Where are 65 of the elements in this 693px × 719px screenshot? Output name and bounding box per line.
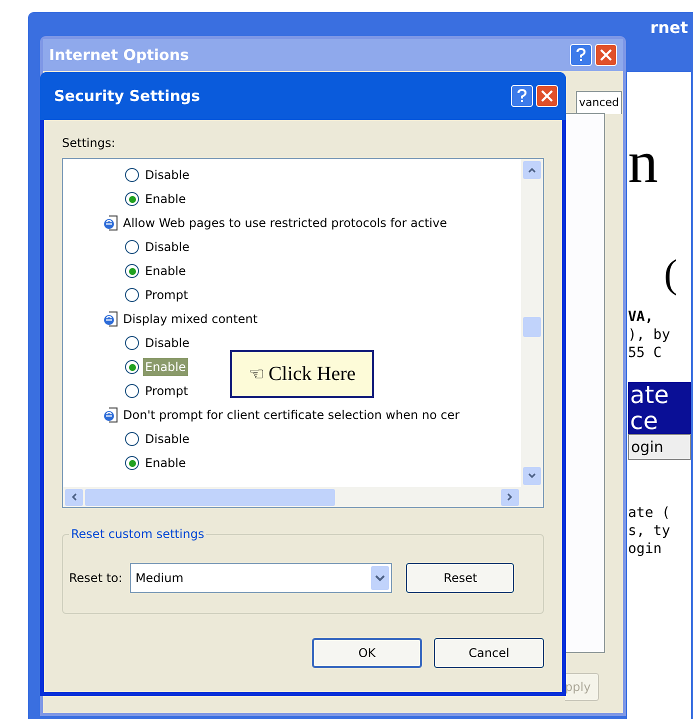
pointing-hand-icon: ☜ [248,360,264,388]
body-text: VA, [628,308,654,326]
heading-text: ( [664,254,678,294]
document-icon [103,311,119,327]
help-icon [576,48,586,62]
close-button[interactable] [536,85,558,107]
banner-text: ate [628,382,691,408]
body-text: ate ( [628,504,672,522]
document-icon [103,407,119,423]
radio-button[interactable] [125,264,139,278]
setting-heading: Display mixed content [123,311,258,328]
window-title: rnet [650,18,688,38]
option-label[interactable]: Disable [143,430,192,448]
scroll-right-icon[interactable] [501,488,519,506]
body-text: s, ty [628,522,672,540]
click-here-callout[interactable]: ☜ Click Here [230,350,374,398]
reset-label: Reset to: [69,570,122,587]
option-label[interactable]: Enable [143,262,188,280]
radio-button[interactable] [125,384,139,398]
radio-button[interactable] [125,432,139,446]
horizontal-scrollbar[interactable] [63,487,543,507]
body-text: ogin [628,540,663,558]
close-button[interactable] [595,44,617,66]
radio-button[interactable] [125,456,139,470]
tab[interactable]: vanced [576,91,622,114]
option-label[interactable]: Prompt [143,286,190,304]
window-title: Internet Options [49,44,189,66]
radio-button[interactable] [125,288,139,302]
option-label[interactable]: Disable [143,238,192,256]
scroll-left-icon[interactable] [65,488,83,506]
body-text: 55 C [628,344,663,362]
body-text: ), by [628,326,672,344]
reset-button[interactable]: Reset [406,563,514,593]
window-title: Security Settings [54,86,200,107]
dialog-button[interactable]: OK [312,638,422,668]
radio-button[interactable] [125,240,139,254]
help-button[interactable] [511,85,533,107]
settings-label: Settings: [62,135,116,152]
option-label[interactable]: Prompt [143,382,190,400]
help-button[interactable] [570,44,592,66]
close-icon [541,90,553,102]
option-label[interactable]: Disable [143,166,192,184]
login-button[interactable]: ogin [628,434,691,460]
help-icon [517,89,527,103]
dialog-button[interactable]: Cancel [434,638,544,668]
heading-text: n [628,132,659,192]
scroll-up-icon[interactable] [523,161,541,179]
document-icon [103,215,119,231]
option-label[interactable]: Enable [143,190,188,208]
option-label[interactable]: Disable [143,334,192,352]
scroll-thumb[interactable] [523,317,541,337]
scroll-thumb[interactable] [85,488,335,506]
scroll-down-icon[interactable] [523,467,541,485]
close-icon [600,49,612,61]
banner-text: ce [628,408,691,434]
option-label[interactable]: Enable [143,454,188,472]
callout-text: Click Here [268,362,356,387]
setting-heading: Don't prompt for client certificate selection when no cer [123,407,460,424]
radio-button[interactable] [125,336,139,350]
radio-button[interactable] [125,168,139,182]
setting-heading: Allow Web pages to use restricted protocols for active [123,215,447,232]
reset-dropdown[interactable]: Medium [130,563,392,593]
vertical-scrollbar[interactable] [521,159,543,487]
radio-button[interactable] [125,192,139,206]
radio-button[interactable] [125,360,139,374]
